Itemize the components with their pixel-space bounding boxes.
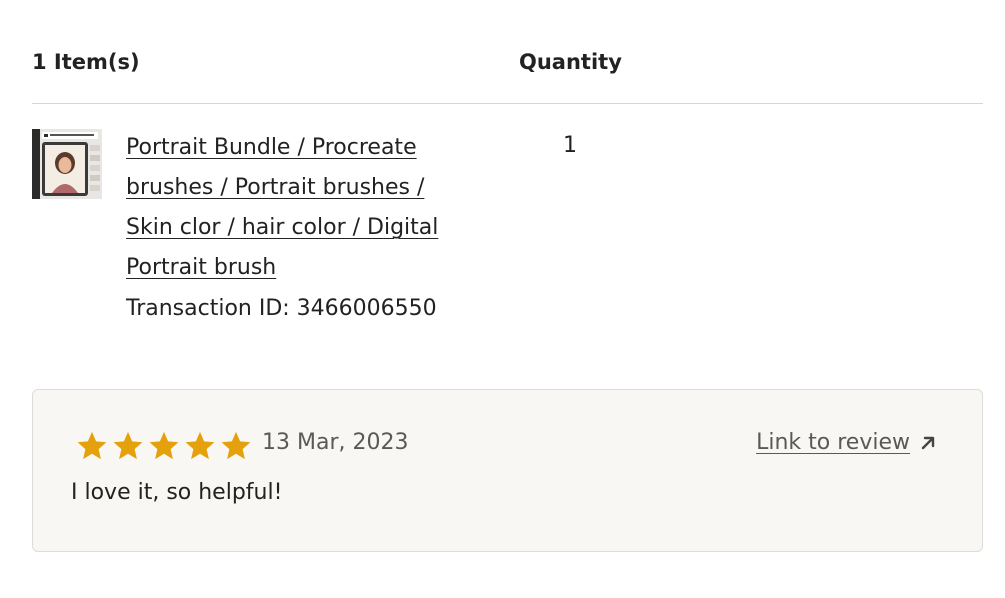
star-icon — [77, 431, 107, 460]
star-icon — [149, 431, 179, 460]
quantity-value: 1 — [563, 133, 577, 158]
review-text: I love it, so helpful! — [71, 480, 283, 505]
link-to-review[interactable]: Link to review — [756, 430, 938, 455]
product-title-link[interactable]: Portrait Bundle / Procreate brushes / Po… — [126, 128, 471, 288]
rating-stars — [74, 428, 254, 464]
star-icon — [185, 431, 215, 460]
transaction-id: Transaction ID: 3466006550 — [126, 296, 437, 321]
link-to-review-label: Link to review — [756, 430, 910, 455]
star-icon — [113, 431, 143, 460]
review-card: 13 Mar, 2023 Link to review I love it, s… — [32, 389, 983, 552]
external-arrow-icon — [921, 436, 935, 449]
order-items-header: 1 Item(s) Quantity — [32, 46, 983, 82]
header-divider — [32, 103, 983, 104]
items-count-heading: 1 Item(s) — [32, 50, 140, 74]
product-thumbnail[interactable] — [32, 129, 102, 199]
review-date: 13 Mar, 2023 — [262, 430, 409, 455]
product-thumbnail-image — [32, 129, 102, 199]
quantity-heading: Quantity — [519, 50, 622, 74]
star-icon — [221, 431, 251, 460]
